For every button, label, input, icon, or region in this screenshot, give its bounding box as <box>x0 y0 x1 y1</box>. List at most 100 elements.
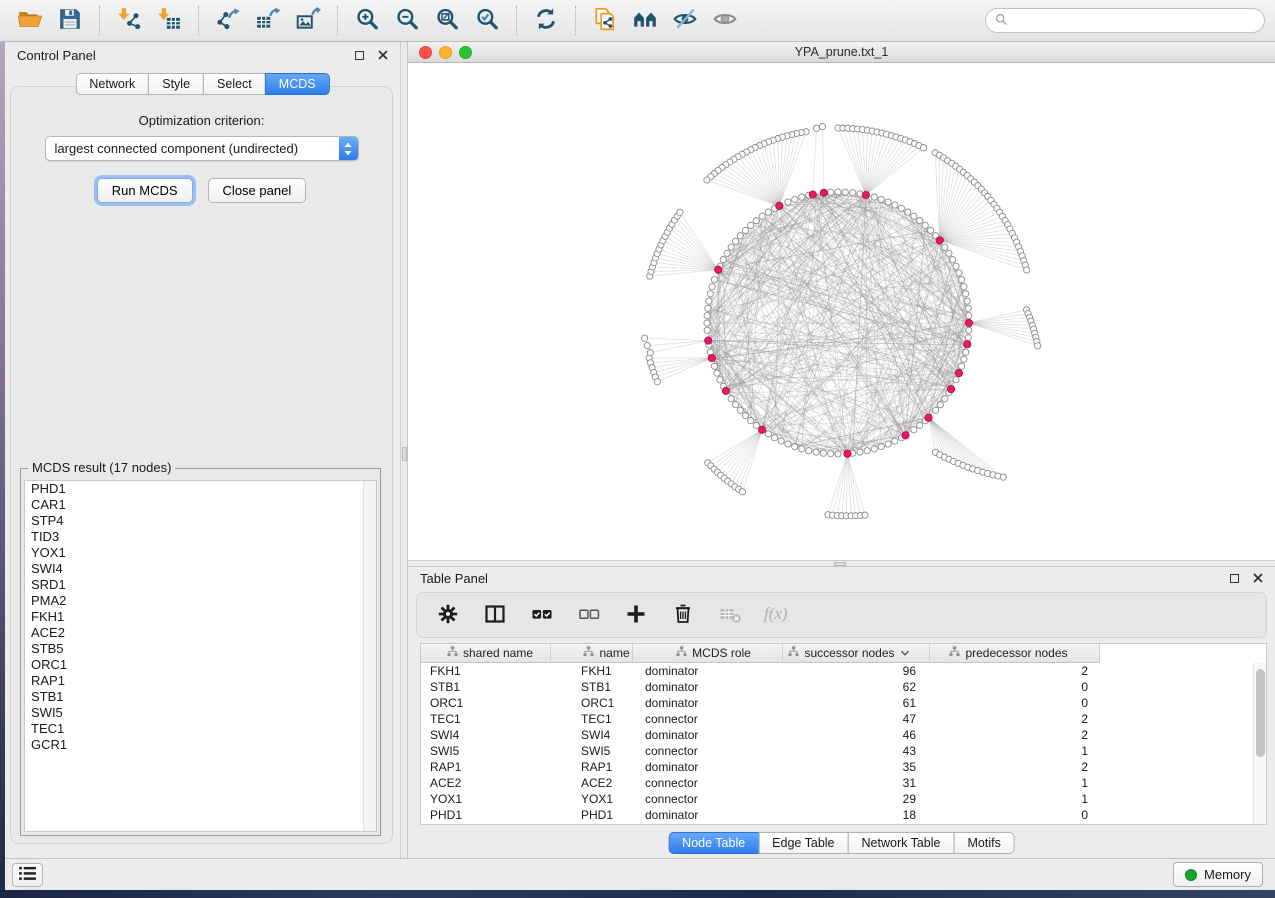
network-node[interactable] <box>704 313 710 319</box>
network-node[interactable] <box>748 418 754 424</box>
network-node[interactable] <box>892 202 898 208</box>
network-node[interactable] <box>709 284 715 290</box>
network-node[interactable] <box>753 218 759 224</box>
network-node[interactable] <box>711 277 717 283</box>
mcds-node[interactable] <box>776 202 783 209</box>
tab-select[interactable]: Select <box>203 73 266 95</box>
column-header-name[interactable]: name <box>551 644 633 663</box>
network-node[interactable] <box>711 363 717 369</box>
export-network-button[interactable] <box>208 4 248 38</box>
network-node[interactable] <box>917 422 923 428</box>
scrollbar-thumb[interactable] <box>1256 669 1265 757</box>
network-node[interactable] <box>806 448 812 454</box>
table-row[interactable]: TEC1TEC1connector472 <box>421 711 1266 727</box>
network-node[interactable] <box>704 177 710 183</box>
column-header-shared-name[interactable]: shared name <box>421 644 551 663</box>
network-node[interactable] <box>785 199 791 205</box>
network-node[interactable] <box>905 209 911 215</box>
column-header-successor-nodes[interactable]: successor nodes <box>783 644 930 663</box>
network-node[interactable] <box>704 327 710 333</box>
mcds-node[interactable] <box>964 341 971 348</box>
network-node[interactable] <box>862 512 868 518</box>
network-node[interactable] <box>759 213 765 219</box>
table-row[interactable]: FKH1FKH1dominator962 <box>421 663 1266 679</box>
first-neighbors-button[interactable] <box>625 4 665 38</box>
mcds-result-item[interactable]: GCR1 <box>25 737 376 753</box>
network-node[interactable] <box>704 320 710 326</box>
close-panel-icon[interactable] <box>378 48 388 63</box>
table-row[interactable]: SWI4SWI4dominator462 <box>421 727 1266 743</box>
export-image-button[interactable] <box>288 4 328 38</box>
network-node[interactable] <box>737 233 743 239</box>
close-window-icon[interactable] <box>419 46 432 59</box>
tab-node-table[interactable]: Node Table <box>668 832 759 854</box>
mcds-result-item[interactable]: SRD1 <box>25 577 376 593</box>
memory-button[interactable]: Memory <box>1173 862 1263 887</box>
new-network-from-selection-button[interactable] <box>585 4 625 38</box>
table-row[interactable]: ACE2ACE2connector311 <box>421 775 1266 791</box>
network-node[interactable] <box>911 213 917 219</box>
open-file-button[interactable] <box>10 4 50 38</box>
network-node[interactable] <box>813 125 819 131</box>
network-node[interactable] <box>920 145 926 151</box>
network-node[interactable] <box>748 222 754 228</box>
select-all-button[interactable] <box>529 602 555 628</box>
network-node[interactable] <box>706 298 712 304</box>
network-node[interactable] <box>717 377 723 383</box>
network-node[interactable] <box>964 298 970 304</box>
network-node[interactable] <box>953 263 959 269</box>
column-header-MCDS-role[interactable]: MCDS role <box>633 644 783 663</box>
network-node[interactable] <box>835 189 841 195</box>
network-node[interactable] <box>965 335 971 341</box>
network-node[interactable] <box>705 305 711 311</box>
mcds-result-item[interactable]: YOX1 <box>25 545 376 561</box>
network-node[interactable] <box>792 196 798 202</box>
mcds-node[interactable] <box>925 414 932 421</box>
network-node[interactable] <box>946 250 952 256</box>
mcds-list-scrollbar[interactable] <box>363 481 376 831</box>
vertical-splitter[interactable] <box>400 42 408 858</box>
tab-network[interactable]: Network <box>75 73 149 95</box>
network-node[interactable] <box>792 444 798 450</box>
network-node[interactable] <box>933 407 939 413</box>
search-input[interactable] <box>1014 14 1255 28</box>
network-node[interactable] <box>922 222 928 228</box>
network-node[interactable] <box>772 435 778 441</box>
zoom-fit-button[interactable] <box>427 4 467 38</box>
tab-style[interactable]: Style <box>148 73 204 95</box>
network-node[interactable] <box>1024 267 1030 273</box>
mcds-node[interactable] <box>948 386 955 393</box>
mcds-node[interactable] <box>809 191 816 198</box>
splitter-handle[interactable] <box>402 447 407 461</box>
tab-edge-table[interactable]: Edge Table <box>758 832 848 854</box>
mcds-node[interactable] <box>715 266 722 273</box>
network-node[interactable] <box>677 209 683 215</box>
deselect-all-button[interactable] <box>576 602 602 628</box>
run-mcds-button[interactable]: Run MCDS <box>97 178 193 203</box>
network-node[interactable] <box>953 377 959 383</box>
tab-motifs[interactable]: Motifs <box>953 832 1014 854</box>
network-node[interactable] <box>885 441 891 447</box>
network-node[interactable] <box>942 244 948 250</box>
network-node[interactable] <box>959 363 965 369</box>
export-table-button[interactable] <box>248 4 288 38</box>
network-node[interactable] <box>733 238 739 244</box>
horizontal-splitter[interactable] <box>408 560 1275 567</box>
network-node[interactable] <box>765 209 771 215</box>
table-row[interactable]: SWI5SWI5connector431 <box>421 743 1266 759</box>
save-session-button[interactable] <box>50 4 90 38</box>
network-node[interactable] <box>842 189 848 195</box>
mcds-result-item[interactable]: CAR1 <box>25 497 376 513</box>
network-node[interactable] <box>885 199 891 205</box>
network-node[interactable] <box>917 218 923 224</box>
optimization-criterion-select[interactable]: largest connected component (undirected) <box>45 136 359 161</box>
network-node[interactable] <box>1000 474 1006 480</box>
float-panel-icon[interactable] <box>355 51 364 60</box>
mcds-result-item[interactable]: SWI5 <box>25 705 376 721</box>
mcds-node[interactable] <box>844 450 851 457</box>
network-node[interactable] <box>799 194 805 200</box>
mcds-result-item[interactable]: TEC1 <box>25 721 376 737</box>
network-node[interactable] <box>1035 343 1041 349</box>
table-row[interactable]: ORC1ORC1dominator610 <box>421 695 1266 711</box>
network-node[interactable] <box>961 284 967 290</box>
